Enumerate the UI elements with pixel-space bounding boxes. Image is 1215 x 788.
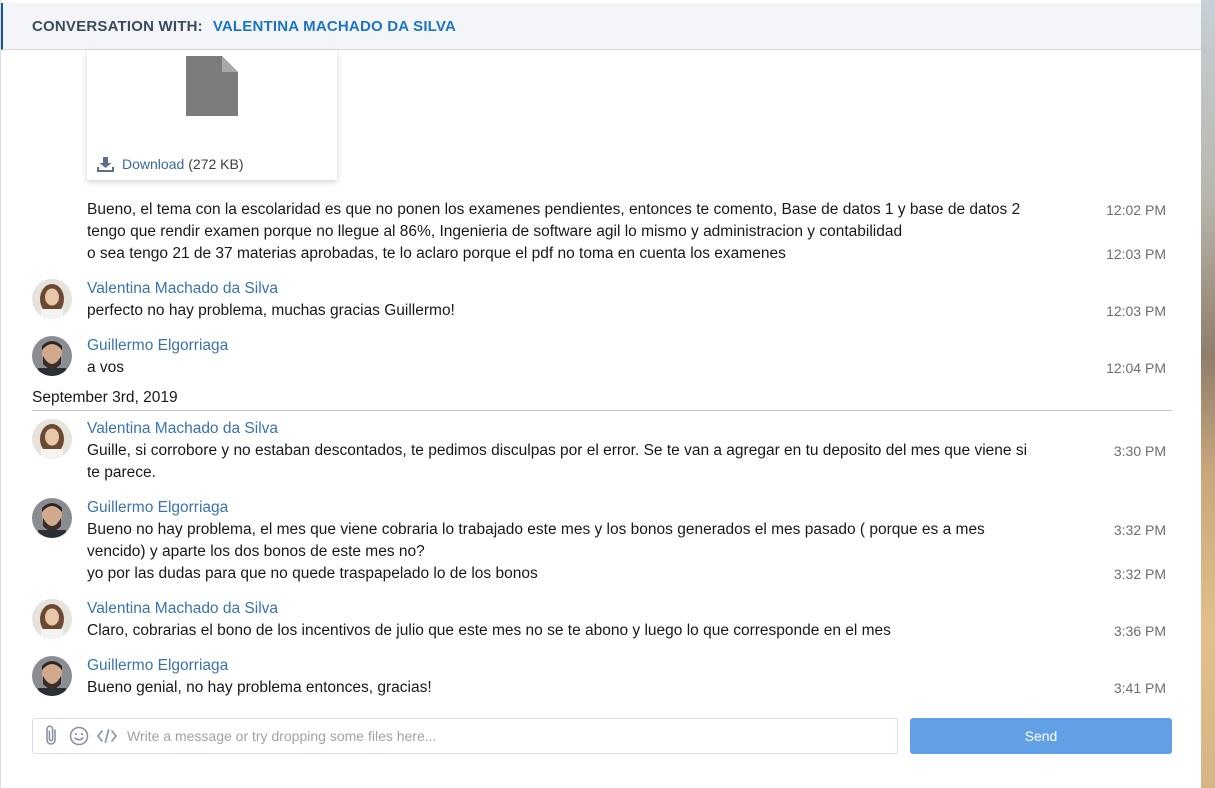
message-text: o sea tengo 21 de 37 materias aprobadas,…	[87, 245, 786, 262]
message-time: 12:02 PM	[1106, 202, 1166, 218]
sender-name[interactable]: Guillermo Elgorriaga	[87, 655, 228, 677]
file-icon	[186, 56, 238, 121]
sender-name[interactable]: Valentina Machado da Silva	[87, 598, 278, 620]
file-size: (272 KB)	[188, 156, 244, 172]
message-text: te parece.	[87, 464, 156, 481]
sender-name[interactable]: Guillermo Elgorriaga	[87, 335, 228, 357]
message-time: 12:04 PM	[1106, 360, 1166, 376]
message-text: vencido) y aparte los dos bonos de este …	[87, 543, 425, 560]
message-time: 3:30 PM	[1113, 443, 1166, 459]
message-text: tengo que rendir examen porque no llegue…	[87, 223, 903, 240]
message-time: 3:36 PM	[1113, 623, 1166, 639]
paperclip-icon[interactable]	[43, 725, 61, 747]
download-icon[interactable]	[97, 156, 114, 172]
emoji-icon[interactable]	[69, 726, 89, 746]
send-button[interactable]: Send	[910, 718, 1172, 754]
sender-name[interactable]: Valentina Machado da Silva	[87, 418, 278, 440]
conversation-panel: CONVERSATION WITH: VALENTINA MACHADO DA …	[0, 0, 1201, 788]
avatar-guillermo[interactable]	[32, 498, 72, 538]
header-prefix: CONVERSATION WITH:	[32, 17, 203, 35]
avatar-guillermo[interactable]	[32, 656, 72, 696]
message-text: perfecto no hay problema, muchas gracias…	[87, 302, 455, 319]
header-contact-name[interactable]: VALENTINA MACHADO DA SILVA	[213, 18, 456, 35]
message-time: 12:03 PM	[1106, 246, 1166, 262]
message-text: Bueno, el tema con la escolaridad es que…	[87, 201, 1021, 218]
message-text: Claro, cobrarias el bono de los incentiv…	[87, 622, 891, 639]
conversation-header: CONVERSATION WITH: VALENTINA MACHADO DA …	[1, 3, 1201, 50]
message-time: 3:41 PM	[1113, 680, 1166, 696]
message-time: 3:32 PM	[1113, 522, 1166, 538]
download-row[interactable]: Download (272 KB)	[97, 156, 244, 172]
sender-name[interactable]: Guillermo Elgorriaga	[87, 497, 228, 519]
message-text: a vos	[87, 359, 125, 376]
message-input[interactable]	[125, 727, 897, 745]
message-time: 3:32 PM	[1113, 566, 1166, 582]
message-text: Bueno genial, no hay problema entonces, …	[87, 679, 432, 696]
message-text: Guille, si corrobore y no estaban descon…	[87, 442, 1028, 459]
avatar-valentina[interactable]	[32, 599, 72, 639]
desktop-background	[1201, 0, 1215, 788]
avatar-valentina[interactable]	[32, 279, 72, 319]
message-composer	[32, 718, 898, 754]
attachment-card[interactable]: Download (272 KB)	[87, 50, 337, 180]
sender-name[interactable]: Valentina Machado da Silva	[87, 278, 278, 300]
message-text: yo por las dudas para que no quede trasp…	[87, 565, 538, 582]
date-divider: September 3rd, 2019	[32, 387, 1172, 411]
message-text: Bueno no hay problema, el mes que viene …	[87, 521, 985, 538]
avatar-guillermo[interactable]	[32, 336, 72, 376]
download-link[interactable]: Download	[122, 156, 184, 172]
avatar-valentina[interactable]	[32, 419, 72, 459]
message-time: 12:03 PM	[1106, 303, 1166, 319]
code-icon[interactable]	[97, 729, 117, 743]
